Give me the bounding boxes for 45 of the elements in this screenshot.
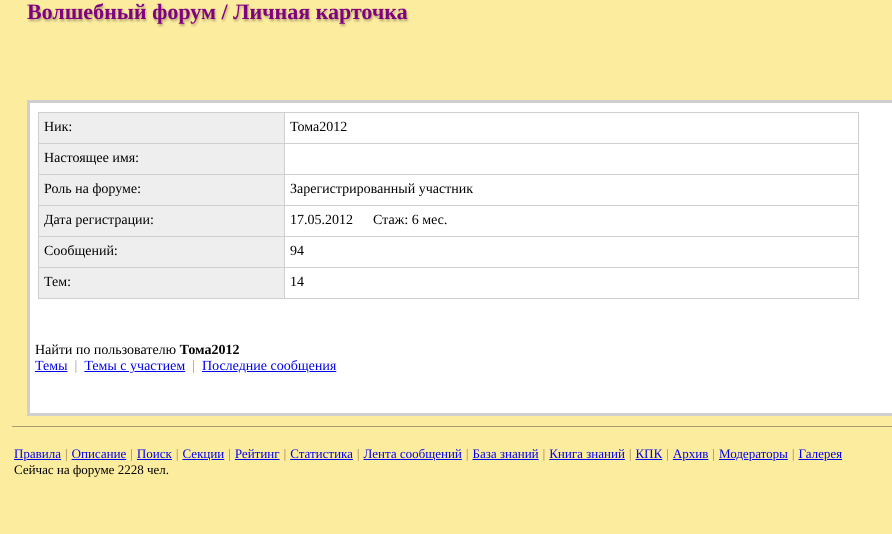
separator: |	[356, 446, 360, 462]
nav-link[interactable]: База знаний	[472, 446, 539, 462]
separator: |	[542, 446, 546, 462]
nav-link[interactable]: Статистика	[290, 446, 353, 462]
separator: |	[284, 446, 286, 462]
nav-link[interactable]: Модераторы	[718, 446, 788, 462]
separator: |	[192, 359, 195, 375]
field-label: Ник:	[38, 112, 284, 144]
separator: |	[712, 446, 715, 462]
nav-link[interactable]: Последние сообщения	[202, 359, 336, 375]
field-label: Сообщений:	[38, 236, 284, 268]
nav-link[interactable]: Темы	[35, 359, 68, 375]
field-label: Дата регистрации:	[38, 206, 284, 236]
nav-link[interactable]: Темы с участием	[84, 359, 186, 375]
separator: |	[130, 446, 133, 462]
seniority-text: Стаж: 6 мес.	[373, 213, 448, 228]
separator: |	[666, 446, 669, 462]
field-value: Тома2012	[284, 112, 858, 144]
field-label: Настоящее имя:	[38, 144, 284, 174]
search-by-user-text: Найти по пользователю Тома2012	[35, 343, 240, 359]
separator: |	[792, 446, 794, 462]
separator: |	[176, 446, 178, 462]
field-value: 94	[284, 236, 858, 268]
field-value: 17.05.2012 Стаж: 6 мес.	[284, 206, 858, 236]
nav-link[interactable]: Книга знаний	[549, 446, 625, 462]
separator: |	[228, 446, 231, 462]
separator: |	[628, 446, 632, 462]
nav-link[interactable]: Рейтинг	[234, 446, 280, 462]
online-count-text: Сейчас на форуме 2228 чел.	[14, 462, 169, 478]
separator: |	[74, 359, 78, 375]
separator: |	[65, 446, 68, 462]
nav-link[interactable]: Секции	[182, 446, 224, 462]
nav-link[interactable]: КПК	[636, 446, 662, 462]
field-value: Зарегистрированный участник	[284, 174, 858, 206]
page-title: Волшебный форум / Личная карточка	[26, 0, 408, 26]
field-value: 14	[284, 268, 858, 298]
nav-link[interactable]: Архив	[672, 446, 708, 462]
field-label: Роль на форуме:	[38, 174, 284, 206]
field-label: Тем:	[38, 268, 284, 298]
nav-link[interactable]: Правила	[14, 446, 62, 462]
nav-link[interactable]: Поиск	[136, 446, 172, 462]
nav-link[interactable]: Описание	[72, 446, 126, 462]
nav-link[interactable]: Лента сообщений	[364, 446, 462, 462]
separator: |	[466, 446, 468, 462]
nav-link[interactable]: Галерея	[798, 446, 842, 462]
